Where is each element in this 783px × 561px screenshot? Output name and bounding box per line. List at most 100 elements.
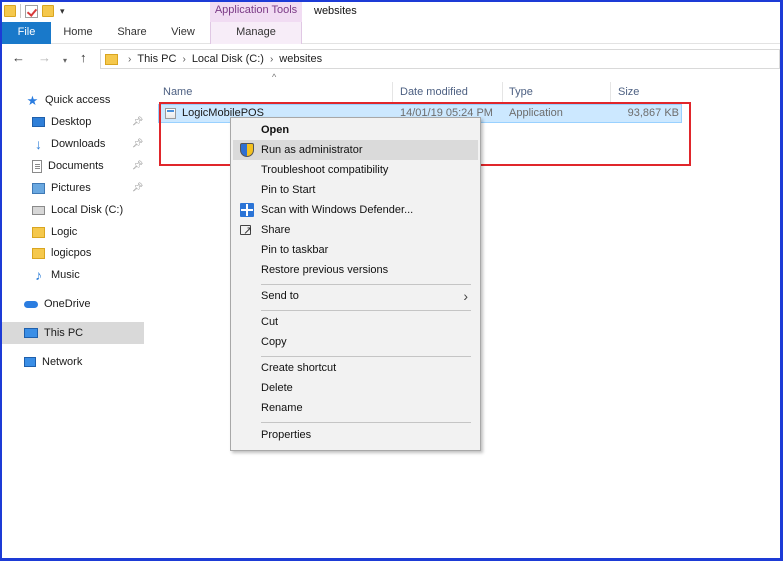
- column-header-name[interactable]: Name: [163, 82, 192, 102]
- sidebar-item-this-pc[interactable]: This PC: [2, 322, 144, 344]
- cloud-icon: [24, 300, 38, 308]
- column-divider[interactable]: [610, 82, 611, 102]
- context-menu: Open Run as administrator Troubleshoot c…: [230, 117, 481, 451]
- sort-ascending-icon: ^: [272, 72, 277, 82]
- sidebar-item-label: Music: [51, 269, 80, 281]
- sidebar-item-logic[interactable]: Logic: [32, 222, 77, 242]
- chevron-right-icon[interactable]: ›: [128, 54, 131, 65]
- share-icon: [240, 221, 252, 241]
- folder-icon: [4, 5, 16, 17]
- sidebar-item-documents[interactable]: Documents: [32, 156, 104, 176]
- properties-check-icon[interactable]: [25, 4, 38, 18]
- folder-icon: [32, 226, 45, 238]
- menu-item-properties[interactable]: Properties: [233, 425, 478, 445]
- customize-toolbar-dropdown-icon[interactable]: ▾: [60, 6, 65, 17]
- sidebar-item-pictures[interactable]: Pictures: [32, 178, 91, 198]
- new-folder-icon[interactable]: [42, 5, 54, 17]
- chevron-right-icon: ›: [463, 288, 468, 304]
- tab-manage[interactable]: Manage: [210, 22, 302, 44]
- chevron-right-icon[interactable]: ›: [182, 54, 185, 65]
- menu-item-rename[interactable]: Rename: [233, 398, 478, 418]
- sidebar-item-onedrive[interactable]: OneDrive: [24, 294, 90, 314]
- menu-separator: [261, 422, 471, 423]
- download-icon: ↓: [35, 135, 42, 152]
- document-icon: [32, 159, 42, 173]
- menu-item-label: Share: [261, 224, 291, 236]
- sidebar-item-label: Local Disk (C:): [51, 204, 124, 216]
- file-type: Application: [509, 107, 563, 119]
- column-divider[interactable]: [392, 82, 393, 102]
- menu-item-scan-with-defender[interactable]: Scan with Windows Defender...: [233, 200, 478, 220]
- column-header-size[interactable]: Size: [618, 82, 639, 102]
- menu-item-cut[interactable]: Cut: [233, 312, 478, 332]
- forward-arrow-icon[interactable]: →: [38, 51, 51, 65]
- menu-separator: [261, 356, 471, 357]
- sidebar-item-label: Documents: [48, 160, 104, 172]
- uac-shield-icon: [240, 143, 254, 157]
- toolbar-divider: [20, 4, 21, 18]
- pictures-icon: [32, 182, 45, 194]
- column-header-date-modified[interactable]: Date modified: [400, 82, 468, 102]
- application-icon: [165, 108, 176, 119]
- music-icon: ♪: [35, 266, 42, 283]
- navigation-pane: ★ Quick access Desktop 📌︎ ↓ Downloads 📌︎…: [2, 86, 145, 386]
- menu-item-pin-to-start[interactable]: Pin to Start: [233, 180, 478, 200]
- menu-item-delete[interactable]: Delete: [233, 378, 478, 398]
- chevron-right-icon[interactable]: ›: [270, 54, 273, 65]
- breadcrumb-this-pc[interactable]: This PC: [137, 53, 176, 65]
- pin-icon[interactable]: 📌︎: [132, 182, 143, 193]
- breadcrumb-websites[interactable]: websites: [279, 53, 322, 65]
- file-size: 93,867 KB: [627, 107, 679, 119]
- sidebar-item-downloads[interactable]: ↓ Downloads: [32, 134, 105, 154]
- pin-icon[interactable]: 📌︎: [132, 138, 143, 149]
- menu-item-troubleshoot-compatibility[interactable]: Troubleshoot compatibility: [233, 160, 478, 180]
- folder-icon: [105, 53, 118, 65]
- star-icon: ★: [26, 92, 39, 108]
- menu-separator: [261, 284, 471, 285]
- pin-icon[interactable]: 📌︎: [132, 160, 143, 171]
- recent-locations-chevron-icon[interactable]: ▾: [63, 54, 67, 68]
- sidebar-item-label: This PC: [44, 327, 84, 339]
- menu-item-share[interactable]: Share: [233, 220, 478, 241]
- menu-item-label: Run as administrator: [261, 144, 363, 156]
- title-bar: ▾ Application Tools websites: [2, 2, 780, 22]
- sidebar-item-label: Downloads: [51, 138, 106, 150]
- up-arrow-icon[interactable]: ↑: [80, 51, 87, 65]
- tab-share[interactable]: Share: [110, 22, 154, 44]
- sidebar-item-local-disk[interactable]: Local Disk (C:): [32, 200, 123, 220]
- sidebar-item-label: Desktop: [51, 116, 92, 128]
- menu-item-open[interactable]: Open: [233, 120, 478, 140]
- pin-icon[interactable]: 📌︎: [132, 116, 143, 127]
- sidebar-item-label: Quick access: [45, 94, 111, 106]
- menu-item-create-shortcut[interactable]: Create shortcut: [233, 358, 478, 378]
- tab-home[interactable]: Home: [56, 22, 100, 44]
- tab-view[interactable]: View: [162, 22, 204, 44]
- column-header-type[interactable]: Type: [509, 82, 533, 102]
- back-arrow-icon[interactable]: ←: [12, 51, 25, 65]
- disk-icon: [32, 205, 45, 215]
- sidebar-item-logicpos[interactable]: logicpos: [32, 243, 91, 263]
- menu-item-copy[interactable]: Copy: [233, 332, 478, 352]
- sidebar-item-desktop[interactable]: Desktop: [32, 112, 145, 132]
- menu-item-label: Scan with Windows Defender...: [261, 204, 414, 216]
- menu-item-send-to[interactable]: Send to ›: [233, 286, 478, 306]
- sidebar-item-quick-access[interactable]: ★ Quick access: [26, 90, 111, 110]
- folder-icon: [32, 247, 45, 259]
- network-icon: [24, 357, 36, 367]
- sidebar-item-label: Logic: [51, 226, 78, 238]
- computer-icon: [24, 328, 38, 338]
- sidebar-item-music[interactable]: ♪ Music: [32, 265, 80, 285]
- column-divider[interactable]: [502, 82, 503, 102]
- sidebar-item-network[interactable]: Network: [24, 352, 82, 372]
- menu-item-pin-to-taskbar[interactable]: Pin to taskbar: [233, 240, 478, 260]
- address-bar[interactable]: › This PC › Local Disk (C:) › websites: [100, 49, 780, 69]
- menu-item-restore-previous-versions[interactable]: Restore previous versions: [233, 260, 478, 280]
- sidebar-item-label: OneDrive: [44, 298, 91, 310]
- sidebar-item-label: Pictures: [51, 182, 91, 194]
- menu-separator: [261, 310, 471, 311]
- tab-file[interactable]: File: [2, 22, 51, 44]
- breadcrumb-local-disk[interactable]: Local Disk (C:): [192, 53, 264, 65]
- menu-item-run-as-administrator[interactable]: Run as administrator: [233, 140, 478, 160]
- explorer-window: ▾ Application Tools websites File Home S…: [0, 0, 783, 561]
- ribbon-tabs: File Home Share View Manage: [2, 22, 780, 44]
